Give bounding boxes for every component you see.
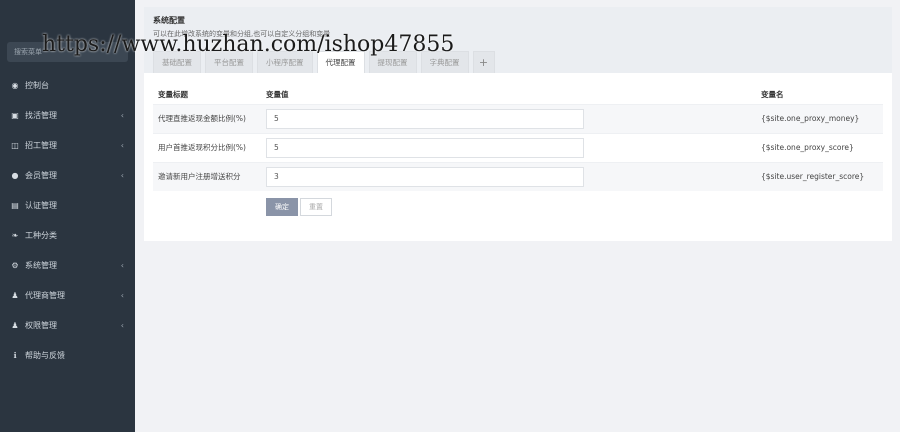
variable-name: {$site.user_register_score}	[756, 161, 883, 191]
sidebar-item[interactable]: ▤ 认证管理	[0, 190, 135, 220]
chevron-left-icon: ‹	[120, 321, 124, 330]
sidebar-nav: ◉ 控制台 ▣ 找活管理 ‹ ◫ 招工管理 ‹ ● 会员管理 ‹ ▤ 认证管理 ❧ 工种分类 ⚙ 系统管理 ‹ ♟ 代…	[0, 70, 135, 370]
form-actions: 确定 重置	[266, 198, 334, 216]
header-variable-value: 变量值	[266, 89, 289, 99]
sidebar-item-label: 找活管理	[25, 110, 57, 120]
sidebar-item[interactable]: ℹ 帮助与反馈	[0, 340, 135, 370]
variable-value-input[interactable]	[266, 137, 584, 158]
sidebar-item[interactable]: ◫ 招工管理 ‹	[0, 130, 135, 160]
chevron-left-icon: ‹	[120, 171, 124, 180]
sidebar-item-label: 权限管理	[25, 320, 57, 330]
variable-title: 用户首推返现积分比例(%)	[153, 132, 261, 162]
table-header-row: 变量标题 变量值 变量名	[153, 85, 883, 104]
chevron-left-icon: ‹	[120, 261, 124, 270]
confirm-button[interactable]: 确定	[266, 198, 298, 216]
variable-value-cell	[261, 161, 756, 191]
config-table: 变量标题 变量值 变量名 代理直推返现金额比例(%) {$site.one_pro…	[153, 85, 883, 191]
id-badge-icon: ▤	[11, 200, 19, 210]
table-row: 邀请新用户注册增送积分 {$site.user_register_score}	[153, 161, 883, 191]
variable-value-cell	[261, 103, 756, 133]
variable-value-cell	[261, 132, 756, 162]
dashboard-icon: ◉	[11, 80, 19, 90]
chevron-left-icon: ‹	[120, 111, 124, 120]
variable-name: {$site.one_proxy_score}	[756, 132, 883, 162]
watermark: https://www.huzhan.com/ishop47855	[42, 32, 455, 57]
info-circle-icon: ℹ	[13, 350, 17, 360]
variable-title: 邀请新用户注册增送积分	[153, 161, 261, 191]
chevron-left-icon: ‹	[120, 141, 124, 150]
sidebar-item[interactable]: ❧ 工种分类	[0, 220, 135, 250]
user-circle-icon: ●	[11, 170, 19, 180]
chevron-left-icon: ‹	[120, 291, 124, 300]
leaf-icon: ❧	[11, 230, 19, 240]
sidebar-item-label: 认证管理	[25, 200, 57, 210]
users-icon: ♟	[11, 290, 19, 300]
sidebar: ◉ 控制台 ▣ 找活管理 ‹ ◫ 招工管理 ‹ ● 会员管理 ‹ ▤ 认证管理 ❧ 工种分类 ⚙ 系统管理 ‹ ♟ 代…	[0, 0, 135, 432]
add-tab-button[interactable]: +	[472, 51, 495, 73]
id-card-icon: ▣	[11, 110, 19, 120]
table-row: 代理直推返现金额比例(%) {$site.one_proxy_money}	[153, 103, 883, 133]
cogs-icon: ⚙	[11, 260, 19, 270]
table-row: 用户首推返现积分比例(%) {$site.one_proxy_score}	[153, 132, 883, 162]
sidebar-item-label: 代理商管理	[25, 290, 65, 300]
header-variable-title: 变量标题	[158, 89, 188, 99]
sidebar-item-label: 系统管理	[25, 260, 57, 270]
variable-value-input[interactable]	[266, 166, 584, 187]
variable-title: 代理直推返现金额比例(%)	[153, 103, 261, 133]
sidebar-item-label: 工种分类	[25, 230, 57, 240]
sidebar-item[interactable]: ◉ 控制台	[0, 70, 135, 100]
reset-button[interactable]: 重置	[300, 198, 332, 216]
sidebar-item-label: 帮助与反馈	[25, 350, 65, 360]
columns-icon: ◫	[11, 140, 19, 150]
variable-name: {$site.one_proxy_money}	[756, 103, 883, 133]
sidebar-item[interactable]: ♟ 代理商管理 ‹	[0, 280, 135, 310]
sidebar-item-label: 招工管理	[25, 140, 57, 150]
header-variable-name: 变量名	[761, 89, 784, 99]
sidebar-item-label: 会员管理	[25, 170, 57, 180]
users-icon: ♟	[11, 320, 19, 330]
sidebar-item[interactable]: ⚙ 系统管理 ‹	[0, 250, 135, 280]
sidebar-item-label: 控制台	[25, 80, 49, 90]
sidebar-item[interactable]: ▣ 找活管理 ‹	[0, 100, 135, 130]
page-title: 系统配置	[153, 16, 185, 25]
sidebar-item[interactable]: ♟ 权限管理 ‹	[0, 310, 135, 340]
variable-value-input[interactable]	[266, 108, 584, 129]
sidebar-item[interactable]: ● 会员管理 ‹	[0, 160, 135, 190]
